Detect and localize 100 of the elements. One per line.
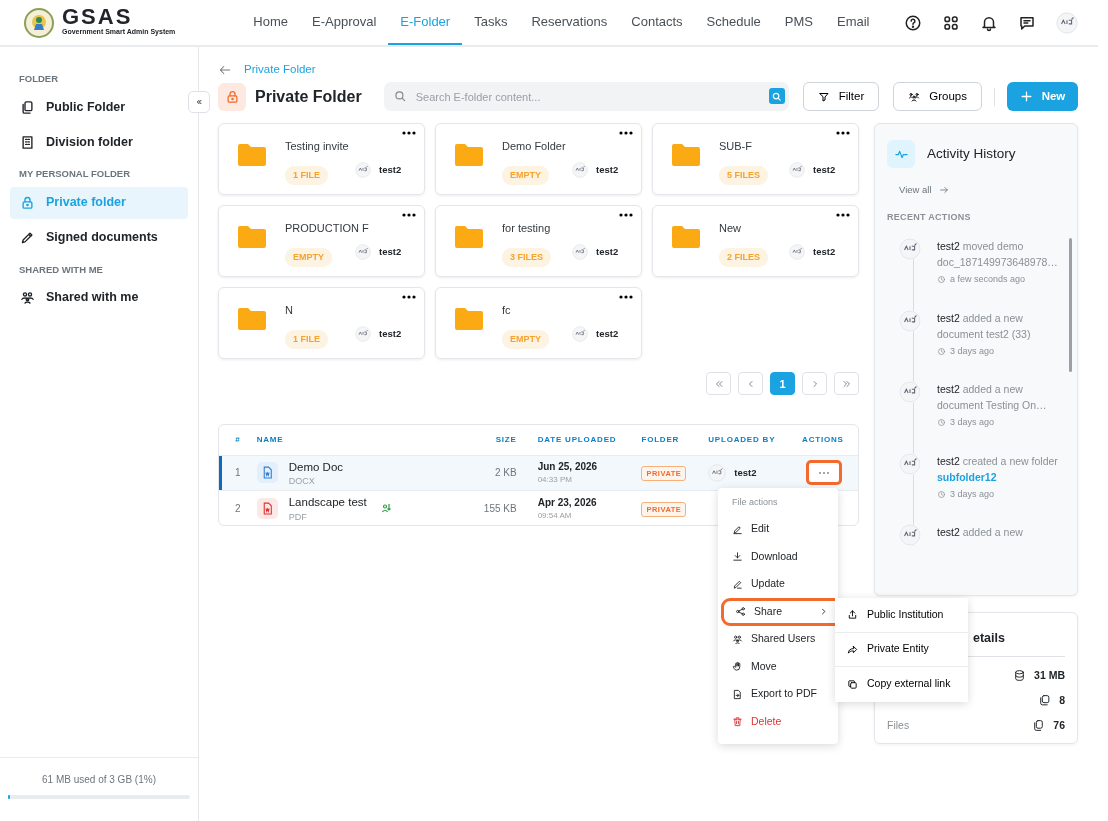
folder-icon: [238, 144, 266, 167]
download-icon: [732, 551, 743, 563]
avatar-icon[interactable]: [1056, 11, 1078, 34]
emblem-icon: [24, 7, 54, 38]
owner-name: test2: [813, 163, 836, 178]
folder-card[interactable]: Demo Folder EMPTY test2: [435, 123, 642, 196]
folder-name: for testing: [502, 221, 551, 237]
file-name[interactable]: Demo Doc: [288, 459, 344, 477]
row-number: 2: [235, 502, 241, 514]
folder-name: SUB-F: [719, 139, 753, 155]
activity-text: test2 created a new folder subfolder12: [937, 453, 1059, 485]
menu-item[interactable]: Download: [718, 543, 838, 571]
file-count: EMPTY: [285, 247, 332, 268]
folder-card[interactable]: fc EMPTY test2: [435, 287, 642, 360]
section-heading: RECENT ACTIONS: [887, 210, 972, 224]
avatar-icon: [355, 326, 371, 343]
more-icon: [818, 470, 831, 475]
file-name[interactable]: Landscape test: [288, 494, 367, 512]
submenu-item[interactable]: Private Entity: [835, 632, 968, 667]
file-size: 155 KB: [483, 502, 517, 514]
menu-item[interactable]: Delete: [718, 708, 838, 736]
nav-tab[interactable]: PMS: [772, 0, 825, 45]
column-header: DATE UPLOADED: [537, 425, 642, 456]
sidebar-item[interactable]: Division folder: [10, 126, 188, 159]
folder-card[interactable]: New 2 FILES test2: [652, 205, 859, 278]
copy-icon: [847, 678, 858, 690]
database-icon: [1013, 669, 1027, 682]
view-all-link[interactable]: View all: [899, 183, 1065, 198]
avatar-icon: [572, 244, 588, 261]
owner-name: test2: [379, 327, 402, 342]
lock-icon: [20, 195, 35, 210]
file-type: DOCX: [288, 476, 316, 487]
sidebar-item[interactable]: Shared with me: [10, 281, 188, 314]
detail-value: 76: [1053, 717, 1065, 733]
folder-name: fc: [502, 303, 512, 319]
folder-card[interactable]: Testing invite 1 FILE test2: [218, 123, 425, 196]
nav-tab[interactable]: Reservations: [519, 0, 620, 45]
sidebar-item[interactable]: Signed documents: [10, 221, 188, 254]
avatar-icon: [789, 244, 805, 261]
folder-name: Testing invite: [285, 139, 349, 155]
nav-tab[interactable]: Contacts: [619, 0, 695, 45]
folder-card[interactable]: N 1 FILE test2: [218, 287, 425, 360]
documents-icon: [20, 99, 35, 115]
hand-icon: [732, 661, 743, 673]
nav-tab[interactable]: Schedule: [694, 0, 773, 45]
trash-icon: [732, 716, 743, 728]
groups-button[interactable]: Groups: [893, 82, 982, 112]
folder-card[interactable]: for testing 3 FILES test2: [435, 205, 642, 278]
file-count: EMPTY: [502, 329, 549, 350]
avatar-icon: [572, 326, 588, 343]
search-field[interactable]: Search E-folder content...: [383, 82, 789, 112]
activity-text: test2 added a new document test2 (33): [937, 310, 1032, 342]
folder-icon: [455, 226, 483, 249]
logo-text: GSAS: [62, 7, 133, 28]
column-header: UPLOADED BY: [708, 425, 799, 456]
column-header: ACTIONS: [798, 425, 858, 456]
filter-button[interactable]: Filter: [802, 82, 880, 112]
pen-icon: [732, 578, 743, 590]
apps-icon[interactable]: [942, 13, 960, 32]
avatar-icon: [355, 244, 371, 261]
menu-item[interactable]: Export to PDF: [718, 680, 838, 708]
menu-item[interactable]: Update: [718, 570, 838, 598]
clock-icon: [937, 489, 946, 499]
activity-text: test2 added a new: [937, 525, 1024, 540]
actions-button[interactable]: [806, 460, 843, 486]
pen-icon: [20, 230, 35, 245]
folder-card[interactable]: SUB-F 5 FILES test2: [652, 123, 859, 196]
detail-value: 31 MB: [1034, 667, 1065, 683]
activity-text: test2 added a new document Testing On…: [937, 382, 1048, 413]
folder-name: N: [285, 303, 294, 319]
detail-label: Files: [887, 717, 910, 733]
panel-title: Activity History: [927, 146, 1016, 163]
sidebar-item[interactable]: Public Folder: [10, 91, 188, 124]
scrollbar[interactable]: [1069, 238, 1072, 372]
file-export-icon: [732, 688, 743, 700]
nav-tab[interactable]: E-Approval: [300, 0, 389, 45]
pencil-icon: [732, 523, 743, 535]
file-type: PDF: [288, 511, 308, 522]
section-heading: FOLDER: [18, 72, 60, 86]
nav-tab[interactable]: Email: [825, 0, 882, 45]
detail-value: 8: [1059, 692, 1065, 708]
nav-tab[interactable]: Home: [241, 0, 300, 45]
folder-name: PRODUCTION F: [285, 221, 369, 237]
folder-icon: [238, 226, 266, 249]
activity-time: 3 days ago: [950, 416, 995, 429]
owner-name: test2: [813, 245, 836, 260]
building-icon: [20, 134, 35, 150]
copy-icon: [1032, 719, 1046, 732]
folder-card[interactable]: PRODUCTION F EMPTY test2: [218, 205, 425, 278]
activity-time: 3 days ago: [950, 344, 995, 358]
file-size: 2 KB: [495, 467, 517, 479]
upload-date: Apr 23, 2026: [537, 495, 598, 510]
nav-tab[interactable]: Tasks: [462, 0, 520, 45]
submenu-item[interactable]: Public Institution: [835, 598, 968, 633]
copy-icon: [1038, 694, 1052, 707]
menu-item[interactable]: Edit: [718, 515, 838, 543]
submenu-item[interactable]: Copy external link: [835, 667, 968, 702]
folder-name: Demo Folder: [502, 139, 566, 155]
upload-date: Jun 25, 2026: [537, 460, 599, 475]
help-icon[interactable]: [904, 13, 922, 32]
